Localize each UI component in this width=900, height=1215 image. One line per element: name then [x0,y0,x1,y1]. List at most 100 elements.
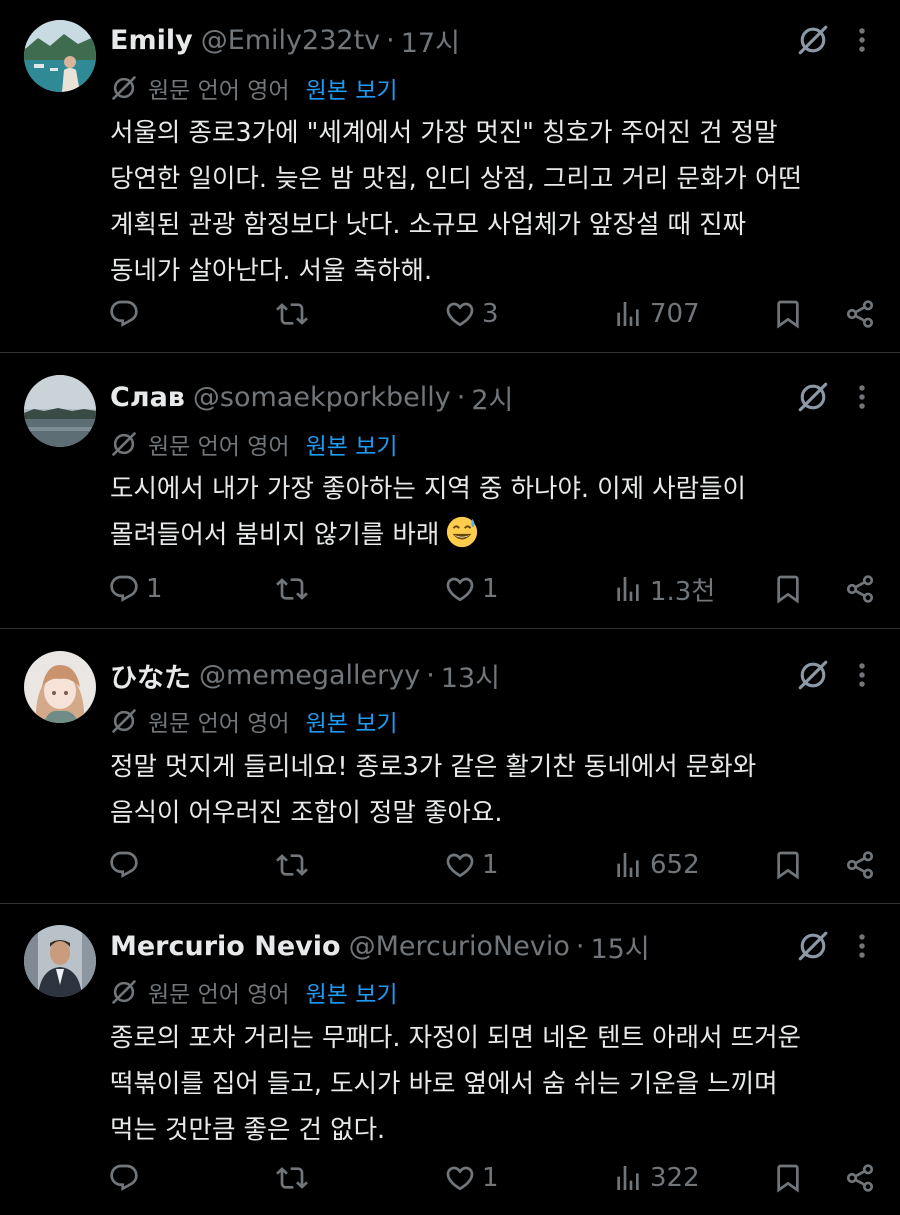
bookmark-button[interactable] [772,1158,804,1198]
show-original-link[interactable]: 원본 보기 [306,427,398,461]
action-bar: 1 652 [108,845,888,885]
avatar-image [24,651,96,723]
display-name[interactable]: Слав [110,382,185,413]
like-icon [444,298,476,330]
tweet[interactable]: Emily @Emily232tv · 17시 원문 언어 영어 원본 보기 서… [0,0,900,352]
views-button[interactable]: 1.3천 [612,569,715,609]
retweet-button[interactable] [276,569,314,609]
views-icon [612,573,644,605]
like-button[interactable]: 1 [444,1158,499,1198]
more-options-icon[interactable] [852,380,872,414]
share-button[interactable] [844,294,876,334]
retweet-icon [276,1162,308,1194]
timestamp[interactable]: 15시 [590,927,649,966]
bookmark-icon [772,1162,804,1194]
grok-icon[interactable] [796,658,830,692]
like-count: 1 [482,1163,499,1193]
share-icon [844,1162,876,1194]
more-options-icon[interactable] [852,929,872,963]
text-line: 도시에서 내가 가장 좋아하는 지역 중 하나야. 이제 사람들이 [110,474,746,504]
tweet[interactable]: ひなた @memegalleryy · 13시 원문 언어 영어 원본 보기 정… [0,629,900,903]
display-name[interactable]: Mercurio Nevio [110,931,341,962]
reply-count: 1 [146,574,163,604]
view-count: 322 [650,1163,700,1193]
bookmark-button[interactable] [772,845,804,885]
timestamp[interactable]: 2시 [471,378,513,417]
reply-icon [108,849,140,881]
tweet-header: ひなた @memegalleryy · 13시 [110,655,500,695]
avatar[interactable] [24,375,96,447]
views-icon [612,1162,644,1194]
user-handle[interactable]: @MercurioNevio [349,931,570,962]
like-button[interactable]: 1 [444,845,499,885]
action-bar: 3 707 [108,294,888,334]
retweet-button[interactable] [276,845,314,885]
views-button[interactable]: 707 [612,294,700,334]
text-line: 동네가 살아난다. 서울 축하해. [110,256,433,286]
reply-button[interactable] [108,845,146,885]
retweet-button[interactable] [276,294,314,334]
show-original-link[interactable]: 원본 보기 [306,71,398,105]
separator-dot: · [426,659,435,691]
more-options-icon[interactable] [852,658,872,692]
action-bar: 1 322 [108,1158,888,1198]
more-options-icon[interactable] [852,23,872,57]
translate-icon [110,430,138,458]
bookmark-button[interactable] [772,569,804,609]
reply-button[interactable] [108,1158,146,1198]
reply-button[interactable] [108,294,146,334]
share-button[interactable] [844,845,876,885]
text-line: 당연한 일이다. 늦은 밤 맛집, 인디 상점, 그리고 거리 문화가 어떤 [110,164,802,194]
bookmark-icon [772,298,804,330]
user-handle[interactable]: @somaekporkbelly [193,382,451,413]
avatar[interactable] [24,925,96,997]
text-line: 음식이 어우러진 조합이 정말 좋아요. [110,798,503,828]
separator-dot: · [386,24,395,56]
bookmark-icon [772,849,804,881]
translate-icon [110,978,138,1006]
like-button[interactable]: 3 [444,294,499,334]
like-button[interactable]: 1 [444,569,499,609]
user-handle[interactable]: @Emily232tv [201,25,380,56]
timestamp[interactable]: 13시 [441,656,500,695]
translation-label: 원문 언어 영어 [148,711,290,737]
tweet[interactable]: Mercurio Nevio @MercurioNevio · 15시 원문 언… [0,904,900,1215]
like-icon [444,573,476,605]
like-icon [444,1162,476,1194]
timestamp[interactable]: 17시 [401,21,460,60]
bookmark-icon [772,573,804,605]
like-count: 3 [482,299,499,329]
share-icon [844,298,876,330]
avatar[interactable] [24,651,96,723]
display-name[interactable]: ひなた [110,656,191,695]
display-name[interactable]: Emily [110,25,193,56]
translation-label: 원문 언어 영어 [148,982,290,1008]
avatar-image [24,375,96,447]
grok-icon[interactable] [796,929,830,963]
tweet-text: 종로의 포차 거리는 무패다. 자정이 되면 네온 텐트 아래서 뜨거운 떡볶이… [110,1015,880,1153]
user-handle[interactable]: @memegalleryy [199,660,420,691]
like-count: 1 [482,574,499,604]
views-button[interactable]: 322 [612,1158,700,1198]
show-original-link[interactable]: 원본 보기 [306,704,398,738]
text-line: 정말 멋지게 들리네요! 종로3가 같은 활기찬 동네에서 문화와 [110,752,757,782]
bookmark-button[interactable] [772,294,804,334]
view-count: 707 [650,299,700,329]
translation-label: 원문 언어 영어 [148,434,290,460]
avatar[interactable] [24,20,96,92]
grok-icon[interactable] [796,23,830,57]
translation-bar: 원문 언어 영어 원본 보기 [110,426,398,462]
retweet-button[interactable] [276,1158,314,1198]
share-button[interactable] [844,569,876,609]
tweet[interactable]: Слав @somaekporkbelly · 2시 원문 언어 영어 원본 보… [0,353,900,628]
text-line-content: 몰려들어서 붐비지 않기를 바래 [110,520,440,550]
show-original-link[interactable]: 원본 보기 [306,975,398,1009]
text-line: 몰려들어서 붐비지 않기를 바래 [110,512,880,558]
avatar-image [24,20,96,92]
share-button[interactable] [844,1158,876,1198]
grok-icon[interactable] [796,380,830,414]
views-button[interactable]: 652 [612,845,700,885]
reply-button[interactable]: 1 [108,569,163,609]
retweet-icon [276,849,308,881]
action-bar: 1 1 1.3천 [108,569,888,609]
